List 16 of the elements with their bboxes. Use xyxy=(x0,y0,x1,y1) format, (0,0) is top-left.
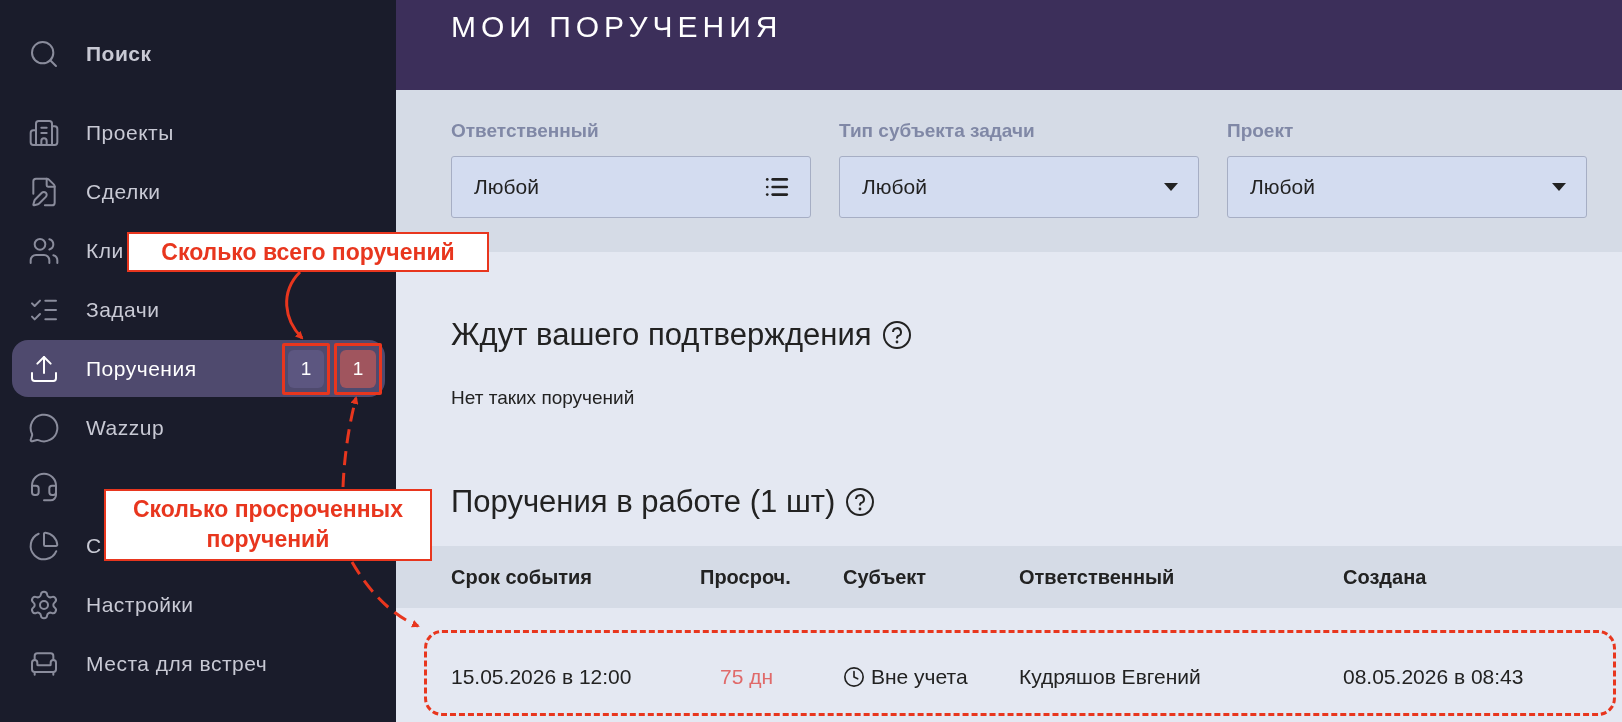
filter-label: Тип субъекта задачи xyxy=(839,120,1036,142)
table-cell-text: 15.05.2026 в 12:00 xyxy=(451,665,633,689)
table-cell-text: Кудряшов Евгений xyxy=(1019,665,1202,689)
annotation-tooltip: Сколько просроченных поручений xyxy=(104,489,432,561)
filter-label: Проект xyxy=(1227,120,1295,142)
table-cell-text: 75 дн xyxy=(719,665,775,689)
annotation-tooltip: Сколько всего поручений xyxy=(127,232,489,272)
count-badge: 1 xyxy=(288,349,324,388)
count-badge: 1 xyxy=(340,349,376,388)
empty-message: Нет таких поручений xyxy=(451,387,636,409)
section-title: Ждут вашего подтверждения xyxy=(451,317,872,353)
table-cell: Вне учета xyxy=(871,665,968,689)
page-title: МОИ ПОРУЧЕНИЯ xyxy=(451,9,784,44)
filter-label: Ответственный xyxy=(451,120,600,142)
section-title: Поручения в работе (1 шт) xyxy=(451,484,836,520)
table-cell-text: 08.05.2026 в 08:43 xyxy=(1343,665,1525,689)
